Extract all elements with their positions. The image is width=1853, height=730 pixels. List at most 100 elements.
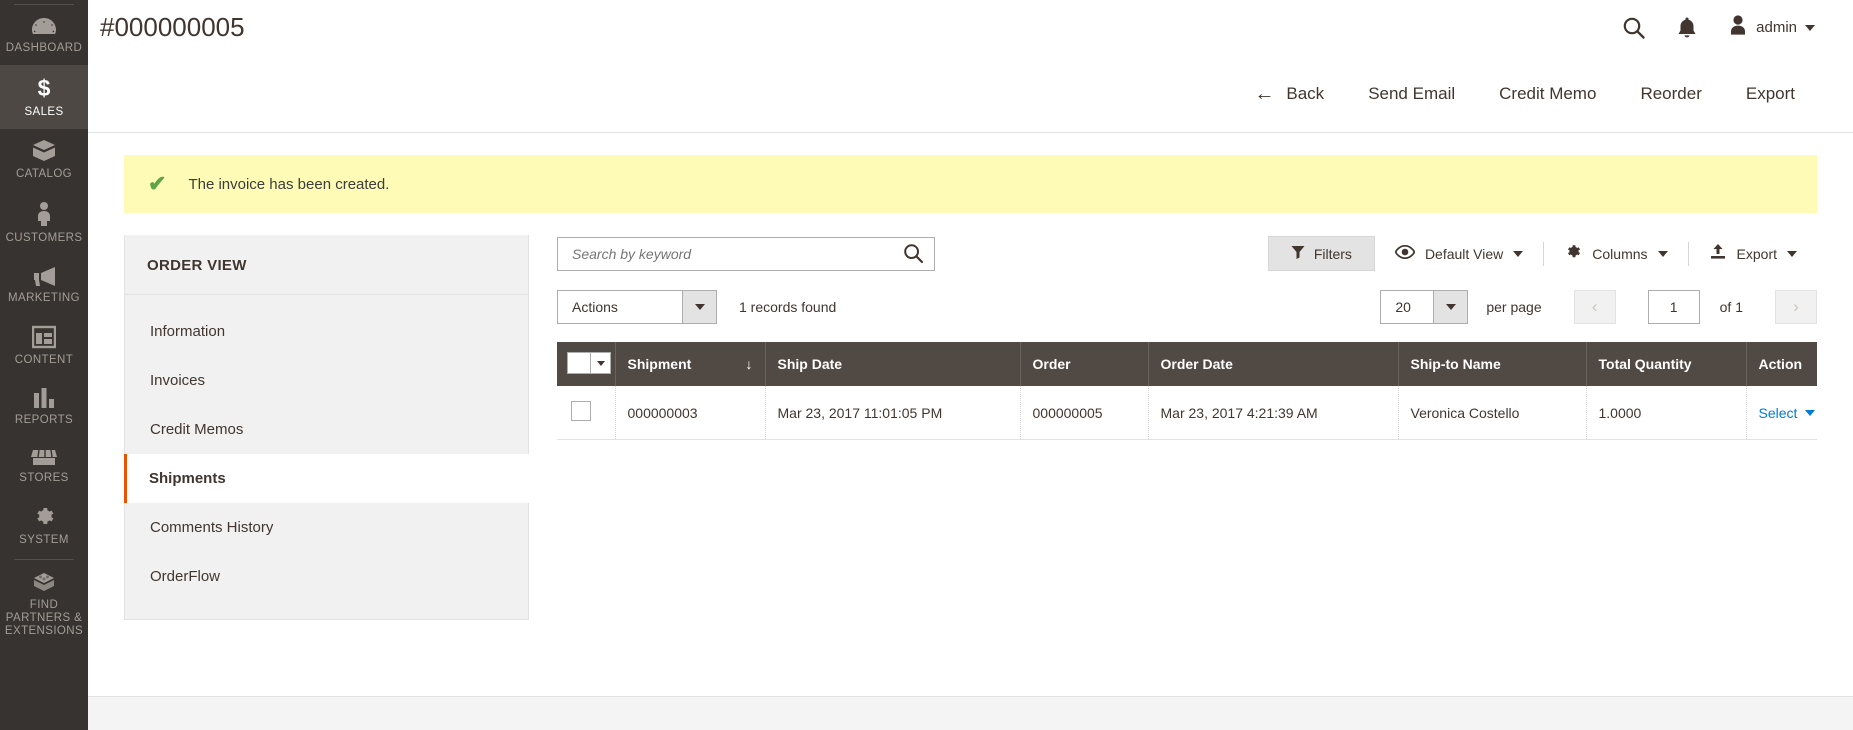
shipments-table: Shipment ↓ Ship Date Order Order Date Sh… (557, 342, 1817, 440)
box-icon (31, 139, 57, 163)
storefront-icon (30, 447, 58, 467)
columns-dropdown[interactable]: Columns (1544, 235, 1687, 272)
column-header-label: Shipment (627, 356, 692, 372)
sidebar-item-reports[interactable]: REPORTS (0, 377, 88, 437)
sidebar-item-system[interactable]: SYSTEM (0, 495, 88, 557)
column-header-shipment[interactable]: Shipment ↓ (615, 342, 766, 386)
order-view-title: ORDER VIEW (125, 235, 528, 295)
sort-descending-icon: ↓ (745, 356, 753, 372)
chevron-down-icon (1805, 24, 1815, 31)
checkbox-box[interactable] (568, 353, 590, 373)
funnel-icon (1291, 245, 1305, 262)
order-view-item-shipments[interactable]: Shipments (124, 454, 529, 503)
sidebar-item-label: MARKETING (8, 292, 80, 304)
sidebar-item-customers[interactable]: CUSTOMERS (0, 191, 88, 255)
dollar-icon: $ (35, 75, 53, 101)
avatar (1728, 14, 1748, 41)
column-header-action: Action (1746, 342, 1817, 386)
svg-text:$: $ (38, 75, 51, 101)
export-button[interactable]: Export (1724, 76, 1817, 112)
content-area: ORDER VIEW Information Invoices Credit M… (88, 213, 1853, 696)
default-view-dropdown[interactable]: Default View (1375, 237, 1543, 270)
export-icon (1709, 243, 1727, 264)
previous-page-button[interactable]: ‹ (1573, 290, 1616, 324)
column-header-order[interactable]: Order (1020, 342, 1149, 386)
sidebar-item-label: CUSTOMERS (5, 232, 83, 244)
row-select-action[interactable]: Select (1759, 405, 1816, 421)
grid-toolbar-controls: Filters Default View Columns Export (1267, 235, 1817, 272)
sidebar-item-sales[interactable]: $ SALES (0, 65, 88, 129)
order-view-panel: ORDER VIEW Information Invoices Credit M… (124, 235, 529, 620)
row-checkbox[interactable] (571, 401, 591, 421)
default-view-label: Default View (1424, 245, 1504, 262)
grid-actions-left: Actions 1 records found (557, 290, 836, 324)
cell-total-quantity: 1.0000 (1586, 386, 1747, 440)
table-header-row: Shipment ↓ Ship Date Order Order Date Sh… (557, 342, 1817, 386)
admin-page: DASHBOARD $ SALES CATALOG CUSTOMERS MARK… (0, 0, 1853, 730)
search-icon[interactable] (903, 243, 924, 264)
sidebar-item-marketing[interactable]: MARKETING (0, 255, 88, 315)
column-header-total-quantity[interactable]: Total Quantity (1586, 342, 1747, 386)
dashboard-icon (31, 17, 57, 37)
page-actions-toolbar: ← Back Send Email Credit Memo Reorder Ex… (88, 55, 1853, 133)
cell-ship-to-name: Veronica Costello (1398, 386, 1587, 440)
back-button-label: Back (1286, 83, 1325, 103)
success-message: ✔ The invoice has been created. (124, 155, 1817, 213)
sidebar-item-label: REPORTS (14, 414, 74, 426)
filters-button[interactable]: Filters (1267, 236, 1375, 271)
order-view-item-information[interactable]: Information (125, 307, 528, 356)
admin-menu[interactable]: admin (1728, 14, 1815, 41)
megaphone-icon (30, 265, 58, 287)
current-page-input[interactable]: 1 (1647, 290, 1700, 324)
search-input[interactable] (570, 244, 903, 263)
sidebar-item-dashboard[interactable]: DASHBOARD (0, 7, 88, 65)
mass-actions-select[interactable]: Actions (557, 290, 717, 324)
sidebar-item-label: SALES (24, 106, 64, 118)
per-page-select[interactable]: 20 (1380, 290, 1469, 324)
admin-username: admin (1756, 19, 1797, 36)
sidebar-item-content[interactable]: CONTENT (0, 315, 88, 377)
search-keyword-box[interactable] (557, 236, 935, 271)
bar-chart-icon (32, 387, 56, 409)
main-sidebar: DASHBOARD $ SALES CATALOG CUSTOMERS MARK… (0, 0, 88, 730)
next-page-button[interactable]: › (1775, 290, 1817, 324)
columns-label: Columns (1592, 245, 1648, 262)
export-dropdown[interactable]: Export (1689, 235, 1817, 272)
export-label: Export (1736, 245, 1777, 262)
sidebar-item-stores[interactable]: STORES (0, 437, 88, 495)
cell-action[interactable]: Select (1746, 386, 1817, 440)
bell-icon[interactable] (1676, 16, 1698, 40)
sidebar-item-catalog[interactable]: CATALOG (0, 129, 88, 191)
column-header-ship-to-name[interactable]: Ship-to Name (1398, 342, 1587, 386)
order-view-item-invoices[interactable]: Invoices (125, 356, 528, 405)
table-row[interactable]: 000000003 Mar 23, 2017 11:01:05 PM 00000… (557, 386, 1817, 440)
table-header: Shipment ↓ Ship Date Order Order Date Sh… (557, 342, 1817, 386)
sidebar-item-label: FIND PARTNERS & EXTENSIONS (4, 599, 84, 637)
select-all-header[interactable] (557, 342, 616, 386)
reorder-button[interactable]: Reorder (1618, 76, 1723, 112)
total-pages-label: of 1 (1719, 299, 1743, 315)
message-area: ✔ The invoice has been created. (88, 133, 1853, 213)
sidebar-item-find-partners-extensions[interactable]: FIND PARTNERS & EXTENSIONS (0, 562, 88, 648)
mass-actions-arrow[interactable] (682, 291, 716, 323)
checkbox-dropdown-arrow[interactable] (590, 353, 610, 373)
sidebar-item-label: STORES (19, 472, 69, 484)
credit-memo-button[interactable]: Credit Memo (1477, 76, 1618, 112)
chevron-down-icon (596, 360, 605, 366)
select-all-checkbox[interactable] (567, 352, 611, 374)
sidebar-item-label: SYSTEM (19, 534, 69, 546)
order-view-item-credit-memos[interactable]: Credit Memos (125, 405, 528, 454)
send-email-button[interactable]: Send Email (1346, 76, 1477, 112)
per-page-value: 20 (1395, 299, 1411, 315)
column-header-order-date[interactable]: Order Date (1148, 342, 1399, 386)
per-page-arrow[interactable] (1433, 291, 1468, 323)
pagination-controls: 20 per page ‹ 1 of 1 › (1380, 290, 1817, 324)
person-icon (34, 201, 54, 227)
order-view-item-comments-history[interactable]: Comments History (125, 503, 528, 552)
search-icon[interactable] (1622, 16, 1646, 40)
back-button[interactable]: ← Back (1232, 76, 1346, 112)
success-message-text: The invoice has been created. (188, 175, 390, 193)
row-select-cell[interactable] (557, 386, 616, 440)
column-header-ship-date[interactable]: Ship Date (765, 342, 1021, 386)
order-view-item-orderflow[interactable]: OrderFlow (125, 552, 528, 601)
